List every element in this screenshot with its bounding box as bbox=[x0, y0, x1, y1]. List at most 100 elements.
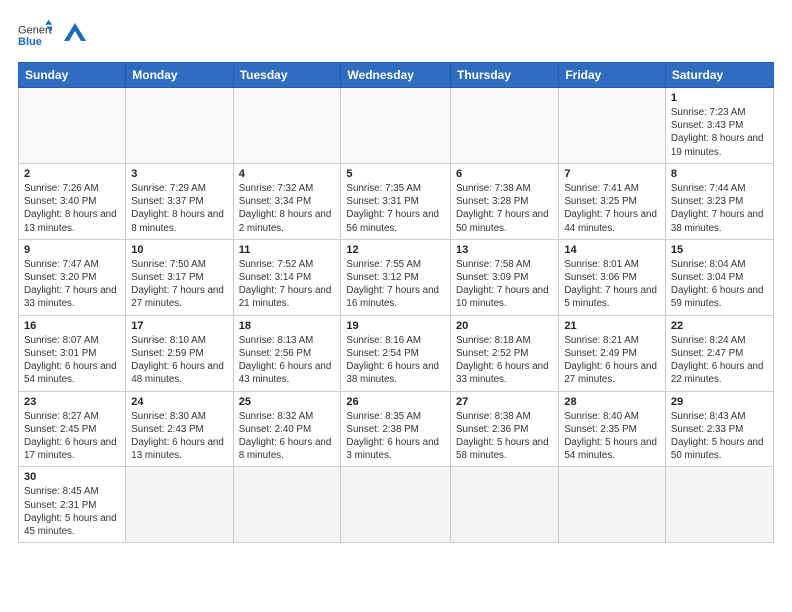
day-number: 16 bbox=[24, 320, 120, 332]
cal-cell-1-2 bbox=[126, 88, 233, 164]
day-info: Sunrise: 8:21 AMSunset: 2:49 PMDaylight:… bbox=[564, 334, 660, 387]
day-number: 29 bbox=[671, 396, 768, 408]
cal-cell-4-6: 21 Sunrise: 8:21 AMSunset: 2:49 PMDayligh… bbox=[559, 315, 666, 391]
cal-cell-1-4 bbox=[341, 88, 451, 164]
svg-text:Blue: Blue bbox=[18, 36, 42, 48]
logo-triangle-icon bbox=[64, 19, 86, 41]
cal-cell-5-7: 29 Sunrise: 8:43 AMSunset: 2:33 PMDayligh… bbox=[665, 391, 773, 467]
week-row-6: 30 Sunrise: 8:45 AMSunset: 2:31 PMDayligh… bbox=[19, 467, 774, 543]
day-number: 8 bbox=[671, 168, 768, 180]
cal-cell-1-5 bbox=[451, 88, 559, 164]
cal-cell-5-4: 26 Sunrise: 8:35 AMSunset: 2:38 PMDayligh… bbox=[341, 391, 451, 467]
day-info: Sunrise: 8:01 AMSunset: 3:06 PMDaylight:… bbox=[564, 258, 660, 311]
cal-cell-3-4: 12 Sunrise: 7:55 AMSunset: 3:12 PMDayligh… bbox=[341, 239, 451, 315]
cal-cell-1-7: 1 Sunrise: 7:23 AMSunset: 3:43 PMDaylight… bbox=[665, 88, 773, 164]
page: General Blue SundayMondayTuesdayWednesda… bbox=[0, 0, 792, 612]
day-number: 20 bbox=[456, 320, 553, 332]
week-row-3: 9Sunrise: 7:47 AMSunset: 3:20 PMDaylight… bbox=[19, 239, 774, 315]
day-number: 25 bbox=[239, 396, 336, 408]
day-info: Sunrise: 7:50 AMSunset: 3:17 PMDaylight:… bbox=[131, 258, 227, 311]
cal-cell-6-2 bbox=[126, 467, 233, 543]
day-info: Sunrise: 7:44 AMSunset: 3:23 PMDaylight:… bbox=[671, 182, 768, 235]
day-info: Sunrise: 8:30 AMSunset: 2:43 PMDaylight:… bbox=[131, 410, 227, 463]
cal-cell-4-1: 16 Sunrise: 8:07 AMSunset: 3:01 PMDayligh… bbox=[19, 315, 126, 391]
cal-cell-1-3 bbox=[233, 88, 341, 164]
logo: General Blue bbox=[18, 18, 86, 52]
cal-cell-2-6: 7 Sunrise: 7:41 AMSunset: 3:25 PMDaylight… bbox=[559, 163, 666, 239]
day-info: Sunrise: 8:10 AMSunset: 2:59 PMDaylight:… bbox=[131, 334, 227, 387]
cal-cell-2-4: 5Sunrise: 7:35 AMSunset: 3:31 PMDaylight… bbox=[341, 163, 451, 239]
day-number: 30 bbox=[24, 471, 120, 483]
cal-cell-1-1 bbox=[19, 88, 126, 164]
day-number: 12 bbox=[346, 244, 445, 256]
day-info: Sunrise: 8:27 AMSunset: 2:45 PMDaylight:… bbox=[24, 410, 120, 463]
day-info: Sunrise: 8:45 AMSunset: 2:31 PMDaylight:… bbox=[24, 485, 120, 538]
day-info: Sunrise: 8:07 AMSunset: 3:01 PMDaylight:… bbox=[24, 334, 120, 387]
calendar-table: SundayMondayTuesdayWednesdayThursdayFrid… bbox=[18, 62, 774, 543]
day-info: Sunrise: 7:52 AMSunset: 3:14 PMDaylight:… bbox=[239, 258, 336, 311]
cal-cell-5-5: 27Sunrise: 8:38 AMSunset: 2:36 PMDayligh… bbox=[451, 391, 559, 467]
cal-cell-3-7: 15Sunrise: 8:04 AMSunset: 3:04 PMDayligh… bbox=[665, 239, 773, 315]
cal-cell-5-3: 25Sunrise: 8:32 AMSunset: 2:40 PMDayligh… bbox=[233, 391, 341, 467]
day-number: 24 bbox=[131, 396, 227, 408]
day-info: Sunrise: 8:38 AMSunset: 2:36 PMDaylight:… bbox=[456, 410, 553, 463]
cal-cell-4-4: 19 Sunrise: 8:16 AMSunset: 2:54 PMDayligh… bbox=[341, 315, 451, 391]
day-number: 23 bbox=[24, 396, 120, 408]
day-info: Sunrise: 8:43 AMSunset: 2:33 PMDaylight:… bbox=[671, 410, 768, 463]
weekday-header-friday: Friday bbox=[559, 63, 666, 88]
day-info: Sunrise: 8:40 AMSunset: 2:35 PMDaylight:… bbox=[564, 410, 660, 463]
day-info: Sunrise: 7:32 AMSunset: 3:34 PMDaylight:… bbox=[239, 182, 336, 235]
day-number: 18 bbox=[239, 320, 336, 332]
day-number: 17 bbox=[131, 320, 227, 332]
cal-cell-3-6: 14Sunrise: 8:01 AMSunset: 3:06 PMDayligh… bbox=[559, 239, 666, 315]
day-info: Sunrise: 7:23 AMSunset: 3:43 PMDaylight:… bbox=[671, 106, 768, 159]
day-info: Sunrise: 8:24 AMSunset: 2:47 PMDaylight:… bbox=[671, 334, 768, 387]
day-number: 7 bbox=[564, 168, 660, 180]
day-info: Sunrise: 8:35 AMSunset: 2:38 PMDaylight:… bbox=[346, 410, 445, 463]
week-row-5: 23 Sunrise: 8:27 AMSunset: 2:45 PMDayligh… bbox=[19, 391, 774, 467]
day-info: Sunrise: 8:04 AMSunset: 3:04 PMDaylight:… bbox=[671, 258, 768, 311]
day-number: 6 bbox=[456, 168, 553, 180]
day-info: Sunrise: 7:29 AMSunset: 3:37 PMDaylight:… bbox=[131, 182, 227, 235]
cal-cell-2-2: 3 Sunrise: 7:29 AMSunset: 3:37 PMDaylight… bbox=[126, 163, 233, 239]
week-row-4: 16 Sunrise: 8:07 AMSunset: 3:01 PMDayligh… bbox=[19, 315, 774, 391]
weekday-header-monday: Monday bbox=[126, 63, 233, 88]
cal-cell-3-5: 13 Sunrise: 7:58 AMSunset: 3:09 PMDayligh… bbox=[451, 239, 559, 315]
day-number: 28 bbox=[564, 396, 660, 408]
day-number: 3 bbox=[131, 168, 227, 180]
cal-cell-5-6: 28 Sunrise: 8:40 AMSunset: 2:35 PMDayligh… bbox=[559, 391, 666, 467]
cal-cell-2-5: 6Sunrise: 7:38 AMSunset: 3:28 PMDaylight… bbox=[451, 163, 559, 239]
cal-cell-6-7 bbox=[665, 467, 773, 543]
day-number: 19 bbox=[346, 320, 445, 332]
cal-cell-6-3 bbox=[233, 467, 341, 543]
day-info: Sunrise: 7:58 AMSunset: 3:09 PMDaylight:… bbox=[456, 258, 553, 311]
weekday-header-saturday: Saturday bbox=[665, 63, 773, 88]
week-row-1: 1 Sunrise: 7:23 AMSunset: 3:43 PMDaylight… bbox=[19, 88, 774, 164]
cal-cell-4-3: 18 Sunrise: 8:13 AMSunset: 2:56 PMDayligh… bbox=[233, 315, 341, 391]
cal-cell-5-1: 23 Sunrise: 8:27 AMSunset: 2:45 PMDayligh… bbox=[19, 391, 126, 467]
day-info: Sunrise: 8:16 AMSunset: 2:54 PMDaylight:… bbox=[346, 334, 445, 387]
week-row-2: 2 Sunrise: 7:26 AMSunset: 3:40 PMDaylight… bbox=[19, 163, 774, 239]
weekday-header-tuesday: Tuesday bbox=[233, 63, 341, 88]
cal-cell-3-2: 10Sunrise: 7:50 AMSunset: 3:17 PMDayligh… bbox=[126, 239, 233, 315]
cal-cell-2-3: 4 Sunrise: 7:32 AMSunset: 3:34 PMDaylight… bbox=[233, 163, 341, 239]
day-info: Sunrise: 7:55 AMSunset: 3:12 PMDaylight:… bbox=[346, 258, 445, 311]
day-number: 26 bbox=[346, 396, 445, 408]
cal-cell-1-6 bbox=[559, 88, 666, 164]
cal-cell-2-7: 8 Sunrise: 7:44 AMSunset: 3:23 PMDaylight… bbox=[665, 163, 773, 239]
cal-cell-6-1: 30 Sunrise: 8:45 AMSunset: 2:31 PMDayligh… bbox=[19, 467, 126, 543]
day-info: Sunrise: 8:13 AMSunset: 2:56 PMDaylight:… bbox=[239, 334, 336, 387]
day-info: Sunrise: 7:41 AMSunset: 3:25 PMDaylight:… bbox=[564, 182, 660, 235]
svg-text:General: General bbox=[18, 24, 52, 36]
day-number: 21 bbox=[564, 320, 660, 332]
weekday-header-sunday: Sunday bbox=[19, 63, 126, 88]
header: General Blue bbox=[18, 18, 774, 52]
day-number: 2 bbox=[24, 168, 120, 180]
logo-icon: General Blue bbox=[18, 18, 52, 52]
day-number: 13 bbox=[456, 244, 553, 256]
day-number: 4 bbox=[239, 168, 336, 180]
weekday-header-wednesday: Wednesday bbox=[341, 63, 451, 88]
cal-cell-2-1: 2 Sunrise: 7:26 AMSunset: 3:40 PMDaylight… bbox=[19, 163, 126, 239]
day-number: 1 bbox=[671, 92, 768, 104]
day-info: Sunrise: 7:26 AMSunset: 3:40 PMDaylight:… bbox=[24, 182, 120, 235]
